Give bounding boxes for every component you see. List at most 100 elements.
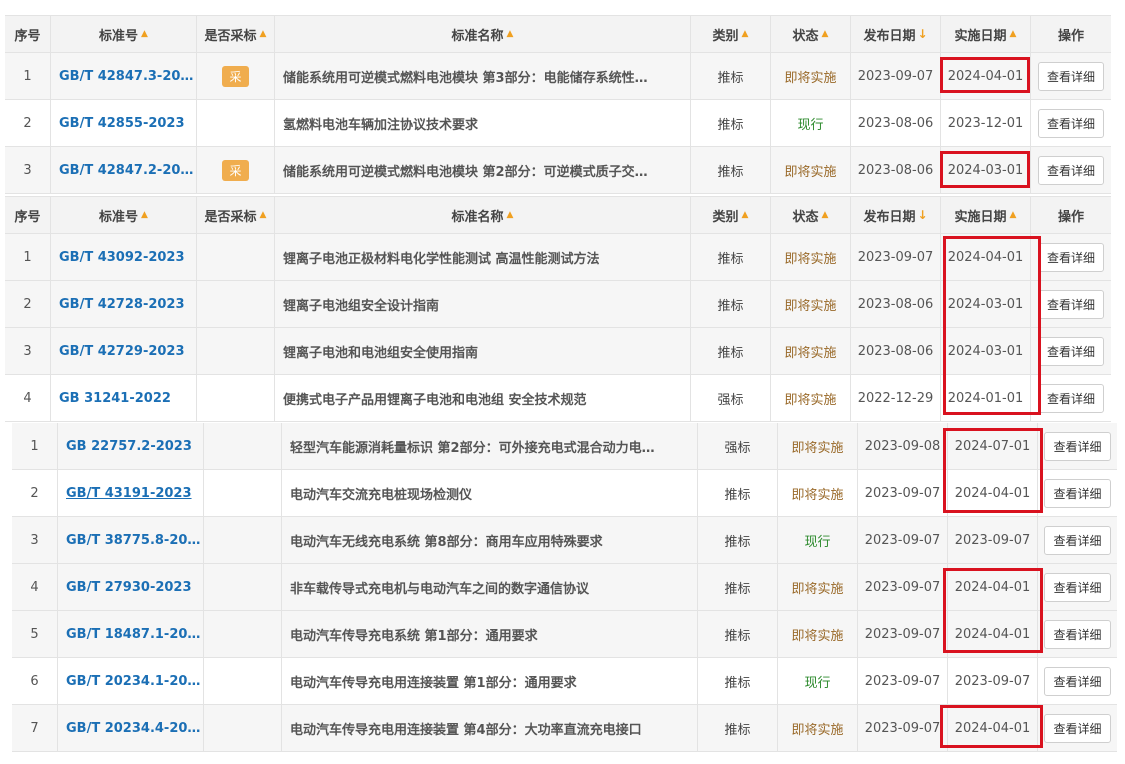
standard-code-link[interactable]: GB/T 42729-2023: [51, 328, 197, 374]
implement-date: 2023-09-07: [948, 517, 1038, 563]
table-row: 3 GB/T 38775.8-20… 电动汽车无线充电系统 第8部分：商用车应用…: [12, 517, 1117, 564]
sort-asc-icon[interactable]: ▲: [742, 29, 749, 39]
sort-asc-icon[interactable]: ▲: [507, 29, 514, 39]
header-code[interactable]: 标准号 ▲: [51, 197, 197, 233]
view-details-button[interactable]: 查看详细: [1037, 108, 1104, 138]
table-row: 1 GB/T 42847.3-20… 采 储能系统用可逆模式燃料电池模块 第3部…: [5, 53, 1111, 100]
implement-date: 2024-04-01: [948, 705, 1038, 751]
view-details-button[interactable]: 查看详细: [1037, 242, 1104, 272]
sort-asc-icon[interactable]: ▲: [507, 210, 514, 220]
header-cat[interactable]: 类别 ▲: [691, 197, 771, 233]
standard-code-link[interactable]: GB/T 42847.2-20…: [51, 147, 197, 193]
table-row: 3 GB/T 42847.2-20… 采 储能系统用可逆模式燃料电池模块 第2部…: [5, 147, 1111, 194]
view-details-button[interactable]: 查看详细: [1044, 572, 1111, 602]
view-details-button[interactable]: 查看详细: [1044, 431, 1111, 461]
header-impl[interactable]: 实施日期 ▲: [941, 197, 1031, 233]
status: 现行: [778, 658, 858, 704]
row-seq: 1: [5, 53, 51, 99]
category: 推标: [691, 53, 771, 99]
table-row: 1 GB/T 43092-2023 锂离子电池正极材料电化学性能测试 高温性能测…: [5, 234, 1111, 281]
standard-code-link[interactable]: GB/T 42847.3-20…: [51, 53, 197, 99]
standard-name: 电动汽车无线充电系统 第8部分：商用车应用特殊要求: [282, 517, 698, 563]
standard-code-link[interactable]: GB/T 18487.1-20…: [58, 611, 204, 657]
sort-asc-icon[interactable]: ▲: [141, 210, 148, 220]
sort-asc-icon[interactable]: ▲: [1010, 29, 1017, 39]
header-name[interactable]: 标准名称 ▲: [275, 197, 691, 233]
header-pub[interactable]: 发布日期 ↓: [851, 197, 941, 233]
publish-date: 2023-09-07: [851, 234, 941, 280]
standard-name: 电动汽车传导充电系统 第1部分：通用要求: [282, 611, 698, 657]
header-code[interactable]: 标准号 ▲: [51, 16, 197, 52]
view-details-button[interactable]: 查看详细: [1037, 383, 1104, 413]
implement-date: 2024-03-01: [941, 328, 1031, 374]
sort-asc-icon[interactable]: ▲: [822, 29, 829, 39]
header-name[interactable]: 标准名称 ▲: [275, 16, 691, 52]
header-pub[interactable]: 发布日期 ↓: [851, 16, 941, 52]
implement-date: 2024-01-01: [941, 375, 1031, 421]
implement-date: 2023-12-01: [941, 100, 1031, 146]
publish-date: 2023-08-06: [851, 100, 941, 146]
view-details-button[interactable]: 查看详细: [1037, 155, 1104, 185]
header-impl[interactable]: 实施日期 ▲: [941, 16, 1031, 52]
status: 即将实施: [778, 611, 858, 657]
sort-asc-icon[interactable]: ▲: [822, 210, 829, 220]
adopt-cell: [197, 100, 275, 146]
standard-code-link[interactable]: GB/T 42728-2023: [51, 281, 197, 327]
category: 强标: [698, 423, 778, 469]
standard-code-link[interactable]: GB 22757.2-2023: [58, 423, 204, 469]
implement-date: 2024-03-01: [941, 281, 1031, 327]
standard-code-link[interactable]: GB/T 38775.8-20…: [58, 517, 204, 563]
sort-desc-icon[interactable]: ↓: [917, 27, 927, 41]
op-cell: 查看详细: [1038, 517, 1117, 563]
adopt-cell: [197, 328, 275, 374]
view-details-button[interactable]: 查看详细: [1037, 289, 1104, 319]
standard-code-link[interactable]: GB/T 20234.4-20…: [58, 705, 204, 751]
standard-code-link[interactable]: GB/T 27930-2023: [58, 564, 204, 610]
sort-asc-icon[interactable]: ▲: [141, 29, 148, 39]
standard-code-link[interactable]: GB/T 43092-2023: [51, 234, 197, 280]
view-details-button[interactable]: 查看详细: [1044, 478, 1111, 508]
view-details-button[interactable]: 查看详细: [1037, 61, 1104, 91]
sort-asc-icon[interactable]: ▲: [1010, 210, 1017, 220]
adopt-badge: 采: [222, 159, 249, 181]
header-status[interactable]: 状态 ▲: [771, 16, 851, 52]
header-status[interactable]: 状态 ▲: [771, 197, 851, 233]
op-cell: 查看详细: [1038, 658, 1117, 704]
header-seq: 序号: [5, 197, 51, 233]
row-seq: 3: [5, 328, 51, 374]
publish-date: 2023-09-08: [858, 423, 948, 469]
op-cell: 查看详细: [1031, 53, 1111, 99]
sort-asc-icon[interactable]: ▲: [260, 29, 267, 39]
header-adopt[interactable]: 是否采标 ▲: [197, 16, 275, 52]
standard-name: 非车载传导式充电机与电动汽车之间的数字通信协议: [282, 564, 698, 610]
adopt-cell: [197, 375, 275, 421]
standard-name: 锂离子电池正极材料电化学性能测试 高温性能测试方法: [275, 234, 691, 280]
op-cell: 查看详细: [1031, 375, 1111, 421]
op-cell: 查看详细: [1031, 328, 1111, 374]
category: 推标: [691, 100, 771, 146]
status: 即将实施: [771, 281, 851, 327]
category: 推标: [691, 281, 771, 327]
publish-date: 2023-09-07: [858, 705, 948, 751]
view-details-button[interactable]: 查看详细: [1044, 619, 1111, 649]
sort-asc-icon[interactable]: ▲: [260, 210, 267, 220]
status: 即将实施: [778, 564, 858, 610]
adopt-cell: 采: [197, 53, 275, 99]
view-details-button[interactable]: 查看详细: [1044, 713, 1111, 743]
sort-asc-icon[interactable]: ▲: [742, 210, 749, 220]
header-cat[interactable]: 类别 ▲: [691, 16, 771, 52]
row-seq: 2: [12, 470, 58, 516]
view-details-button[interactable]: 查看详细: [1037, 336, 1104, 366]
sort-desc-icon[interactable]: ↓: [917, 208, 927, 222]
header-adopt[interactable]: 是否采标 ▲: [197, 197, 275, 233]
view-details-button[interactable]: 查看详细: [1044, 525, 1111, 555]
standard-code-link[interactable]: GB/T 43191-2023: [58, 470, 204, 516]
standard-code-link[interactable]: GB/T 20234.1-20…: [58, 658, 204, 704]
table-row: 2 GB/T 42728-2023 锂离子电池组安全设计指南 推标 即将实施 2…: [5, 281, 1111, 328]
view-details-button[interactable]: 查看详细: [1044, 666, 1111, 696]
row-seq: 7: [12, 705, 58, 751]
publish-date: 2023-09-07: [851, 53, 941, 99]
standard-code-link[interactable]: GB 31241-2022: [51, 375, 197, 421]
standard-code-link[interactable]: GB/T 42855-2023: [51, 100, 197, 146]
table-header: 序号 标准号 ▲ 是否采标 ▲ 标准名称 ▲ 类别 ▲ 状态 ▲ 发布日期 ↓ 实施日期 ▲ …: [5, 15, 1111, 53]
